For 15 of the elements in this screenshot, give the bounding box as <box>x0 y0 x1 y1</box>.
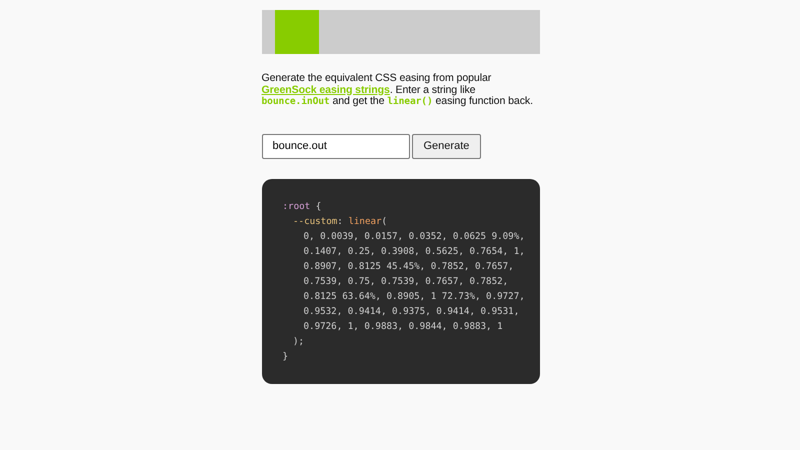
code-line: 0.1407, 0.25, 0.3908, 0.5625, 0.7654, 1, <box>304 246 525 256</box>
generate-button[interactable]: Generate <box>412 134 482 158</box>
code-line: ); <box>293 336 304 346</box>
code-line: :root { <box>282 200 322 212</box>
code-line: --custom: linear( <box>293 216 388 226</box>
code-line: 0, 0.0039, 0.0157, 0.0352, 0.0625 9.09%, <box>304 230 525 242</box>
intro-text: Generate the equivalent CSS easing from popular GreenSock easing strings. Enter a string like bounce.inOut and get the linear() easing function back. <box>262 73 534 108</box>
code-line: 0.8125 63.64%, 0.8905, 1 72.73%, 0.9727, <box>304 290 525 302</box>
code-line: 0.9726, 1, 0.9883, 0.9844, 0.9883, 1 <box>304 320 503 332</box>
code-line: } <box>282 350 288 362</box>
code-line: 0.9532, 0.9414, 0.9375, 0.9414, 0.9531, <box>304 306 520 316</box>
easing-input-field[interactable]: bounce.out <box>262 134 410 158</box>
animated-square <box>274 10 318 54</box>
code-line: 0.8907, 0.8125 45.45%, 0.7852, 0.7657, <box>304 260 514 272</box>
code-line: 0.7539, 0.75, 0.7539, 0.7657, 0.7852, <box>304 276 508 286</box>
